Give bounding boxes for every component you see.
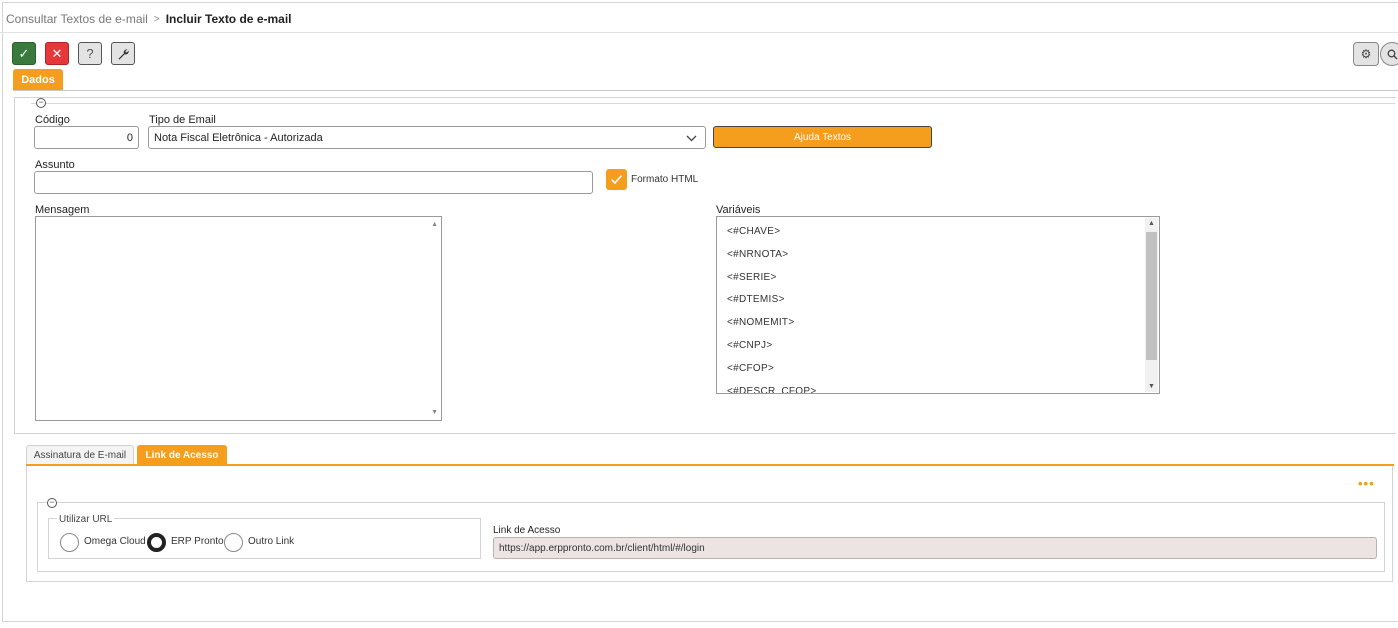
confirm-button[interactable]: ✓ [12,42,36,65]
breadcrumb-parent[interactable]: Consultar Textos de e-mail [6,12,148,26]
link-acesso-input[interactable]: https://app.erppronto.com.br/client/html… [493,537,1377,559]
ajuda-textos-button[interactable]: Ajuda Textos [713,126,932,148]
radio-omega-cloud-label: Omega Cloud [84,536,146,547]
tools-button[interactable] [111,42,135,65]
scroll-down-icon[interactable]: ▼ [431,409,438,416]
mensagem-textarea[interactable]: ▲ ▼ [35,216,442,421]
assunto-input[interactable] [34,171,593,194]
tipo-email-value: Nota Fiscal Eletrônica - Autorizada [154,131,323,144]
page-title: Incluir Texto de e-mail [165,12,292,26]
assunto-label: Assunto [35,159,75,171]
link-acesso-value: https://app.erppronto.com.br/client/html… [499,542,705,554]
help-button[interactable]: ? [78,42,102,65]
variable-item[interactable]: <#SERIE> [727,267,1159,290]
formato-html-checkbox[interactable] [606,169,627,190]
search-button[interactable] [1380,42,1398,66]
scroll-up-icon[interactable]: ▲ [431,221,438,228]
radio-outro-link-label: Outro Link [248,536,295,547]
collapse-link-icon[interactable]: − [47,498,57,508]
breadcrumb: Consultar Textos de e-mail > Incluir Tex… [6,12,292,26]
radio-outro-link[interactable] [224,533,243,552]
tipo-email-label: Tipo de Email [149,114,216,126]
codigo-label: Código [35,114,70,126]
wrench-icon [118,48,129,60]
variable-item[interactable]: <#NRNOTA> [727,244,1159,267]
formato-html-label: Formato HTML [631,174,699,185]
tab-dados[interactable]: Dados [13,69,63,90]
mensagem-label: Mensagem [35,204,90,216]
radio-omega-cloud[interactable] [60,533,79,552]
scrollbar-thumb[interactable] [1146,232,1157,360]
check-icon [610,174,623,185]
check-icon: ✓ [18,45,30,61]
tab-underline [13,90,1398,91]
variable-item[interactable]: <#DESCR_CFOP> [727,381,1159,393]
close-icon: ✕ [51,45,63,61]
codigo-input[interactable]: 0 [34,126,139,149]
breadcrumb-separator: > [153,13,160,25]
question-icon: ? [86,46,94,61]
tab-link-acesso[interactable]: Link de Acesso [137,445,227,465]
search-icon [1387,49,1397,59]
variable-item[interactable]: <#CNPJ> [727,335,1159,358]
more-options-icon[interactable]: ••• [1358,476,1375,491]
link-acesso-label: Link de Acesso [493,525,561,536]
radio-erp-pronto[interactable] [147,533,166,552]
codigo-value: 0 [126,131,133,144]
variable-item[interactable]: <#CHAVE> [727,221,1159,244]
collapse-dados-icon[interactable]: − [36,98,46,108]
scroll-down-icon[interactable]: ▼ [1148,383,1155,390]
variable-item[interactable]: <#DTEMIS> [727,289,1159,312]
variable-item[interactable]: <#NOMEMIT> [727,312,1159,335]
tipo-email-select[interactable]: Nota Fiscal Eletrônica - Autorizada [148,126,706,149]
variaveis-list[interactable]: <#CHAVE> <#NRNOTA> <#SERIE> <#DTEMIS> <#… [716,216,1160,394]
variable-item[interactable]: <#CFOP> [727,358,1159,381]
chevron-down-icon [686,135,697,142]
cancel-button[interactable]: ✕ [45,42,69,65]
scroll-up-icon[interactable]: ▲ [1148,220,1155,227]
variaveis-label: Variáveis [716,204,761,216]
panel-legend-line [31,103,1395,104]
variaveis-scrollbar[interactable]: ▲ ▼ [1145,218,1158,392]
gear-icon: ⚙ [1360,47,1372,61]
tab-assinatura-email[interactable]: Assinatura de E-mail [26,445,134,465]
settings-button[interactable]: ⚙ [1353,42,1379,66]
header-divider [0,32,1398,33]
utilizar-url-title: Utilizar URL [57,514,115,525]
radio-erp-pronto-label: ERP Pronto [171,536,224,547]
